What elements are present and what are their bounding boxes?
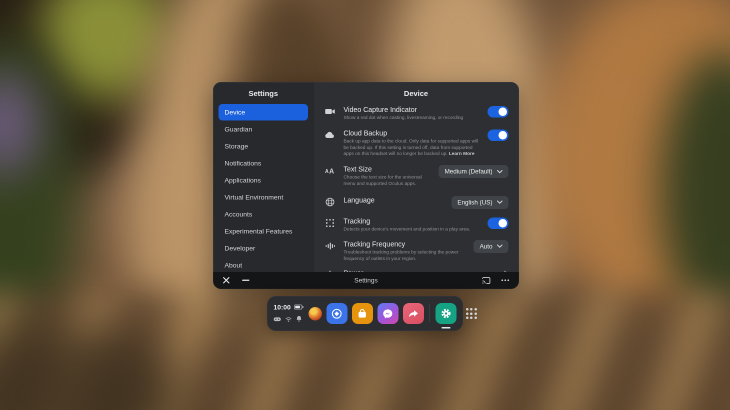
sharing-icon[interactable]	[402, 303, 424, 324]
frequency-icon	[324, 240, 337, 251]
learn-more-link[interactable]: Learn More	[449, 151, 475, 157]
sidebar-item-storage[interactable]: Storage	[219, 138, 309, 155]
tracking-toggle[interactable]	[487, 217, 509, 229]
setting-row-tracking-frequency: Tracking Frequency Troubleshoot tracking…	[324, 239, 509, 262]
cloud-icon	[324, 129, 337, 140]
setting-subtitle: Troubleshoot tracking problems by select…	[343, 249, 459, 262]
sidebar-item-device[interactable]: Device	[218, 104, 308, 121]
tracking-frequency-dropdown[interactable]: Auto	[473, 239, 509, 253]
chevron-down-icon	[497, 169, 503, 174]
cloud-backup-toggle[interactable]	[487, 129, 509, 141]
video-camera-icon	[324, 106, 337, 117]
setting-subtitle: Choose the text size for the universal m…	[343, 174, 422, 187]
text-size-dropdown[interactable]: Medium (Default)	[438, 165, 509, 179]
device-settings-pane: Device Video Capture Indicator Show a re…	[314, 83, 519, 272]
sidebar-title: Settings	[248, 89, 279, 99]
setting-subtitle: Show a red dot when casting, livestreami…	[343, 115, 464, 121]
tracking-icon	[324, 217, 337, 228]
close-icon[interactable]	[223, 277, 231, 285]
setting-title: Tracking	[343, 216, 371, 225]
svg-text:A: A	[329, 168, 334, 175]
sidebar-item-developer[interactable]: Developer	[219, 240, 309, 257]
setting-title: Text Size	[343, 165, 372, 174]
profile-avatar[interactable]	[308, 306, 322, 321]
notifications-bell-icon[interactable]	[296, 315, 302, 324]
clock: 10:00	[273, 303, 291, 312]
wifi-icon	[285, 315, 292, 324]
sidebar-item-applications[interactable]: Applications	[219, 172, 309, 189]
messenger-icon[interactable]	[377, 303, 399, 324]
setting-row-text-size: AA Text Size Choose the text size for th…	[324, 165, 509, 187]
setting-row-video-capture-indicator: Video Capture Indicator Show a red dot w…	[324, 106, 509, 122]
explore-icon[interactable]	[326, 303, 348, 324]
text-size-icon: AA	[324, 166, 337, 177]
window-bottom-bar: Settings	[213, 272, 519, 289]
setting-subtitle: Back up app data to the cloud. Only data…	[343, 138, 479, 157]
setting-title: Tracking Frequency	[343, 239, 406, 248]
sidebar-item-about[interactable]: About	[219, 257, 309, 272]
dock-divider	[429, 304, 430, 323]
setting-row-tracking: Tracking Detects your device's movement …	[324, 217, 509, 233]
settings-window: Settings Device Guardian Storage Notific…	[213, 82, 519, 289]
sidebar-item-notifications[interactable]: Notifications	[219, 155, 309, 172]
globe-icon	[324, 196, 337, 207]
app-library-icon[interactable]	[461, 303, 482, 324]
chevron-down-icon	[497, 200, 503, 205]
more-icon[interactable]	[501, 279, 510, 282]
video-capture-indicator-toggle[interactable]	[487, 106, 509, 118]
minimize-icon[interactable]	[242, 279, 250, 282]
status-cluster: 10:00	[274, 303, 304, 325]
setting-title: Language	[343, 195, 375, 204]
settings-icon[interactable]	[435, 303, 457, 324]
page-title: Device	[403, 89, 429, 99]
chevron-down-icon	[497, 244, 503, 248]
sidebar-item-experimental-features[interactable]: Experimental Features	[219, 223, 309, 240]
sidebar-item-guardian[interactable]: Guardian	[219, 121, 309, 138]
setting-subtitle: Detects your device's movement and posit…	[343, 226, 471, 232]
controller-icon	[273, 315, 282, 324]
sidebar-item-accounts[interactable]: Accounts	[219, 206, 309, 223]
setting-title: Video Capture Indicator	[343, 105, 417, 114]
setting-row-language: Language English (US)	[324, 195, 509, 209]
setting-row-cloud-backup: Cloud Backup Back up app data to the clo…	[324, 129, 509, 158]
settings-panel: Settings Device Guardian Storage Notific…	[213, 82, 519, 272]
setting-title: Cloud Backup	[343, 128, 388, 137]
battery-icon	[293, 303, 304, 312]
store-icon[interactable]	[351, 303, 373, 324]
window-title: Settings	[354, 276, 378, 285]
universal-menu-dock: 10:00	[267, 296, 477, 331]
svg-text:A: A	[325, 169, 329, 175]
cast-icon[interactable]	[482, 276, 492, 284]
vr-home-environment: Settings Device Guardian Storage Notific…	[0, 0, 730, 410]
sidebar-item-virtual-environment[interactable]: Virtual Environment	[219, 189, 309, 206]
language-dropdown[interactable]: English (US)	[451, 195, 509, 209]
settings-sidebar: Settings Device Guardian Storage Notific…	[213, 82, 314, 272]
